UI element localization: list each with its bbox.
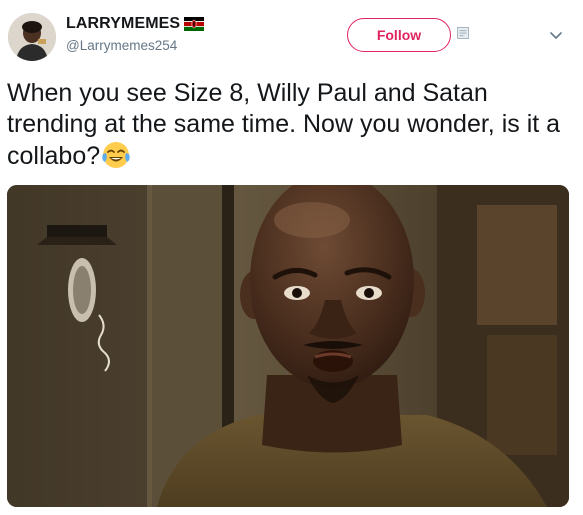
display-name[interactable]: LARRYMEMES bbox=[66, 15, 180, 33]
tweet-text-block: When you see Size 8, Willy Paul and Sata… bbox=[7, 78, 567, 172]
tweet-card: LARRYMEMES @Larrymemes254 Follow When yo… bbox=[0, 0, 583, 515]
author-name-row[interactable]: LARRYMEMES bbox=[66, 15, 205, 33]
tweet-source-icon[interactable] bbox=[457, 27, 469, 39]
author-handle[interactable]: @Larrymemes254 bbox=[66, 38, 177, 53]
tweet-media-image[interactable] bbox=[7, 185, 569, 507]
meme-photo bbox=[7, 185, 569, 507]
avatar[interactable] bbox=[8, 13, 56, 61]
chevron-down-icon[interactable] bbox=[549, 31, 563, 41]
face-with-tears-of-joy-icon bbox=[102, 142, 130, 168]
follow-button[interactable]: Follow bbox=[347, 18, 451, 52]
tweet-text: When you see Size 8, Willy Paul and Sata… bbox=[7, 79, 561, 170]
kenya-flag-icon bbox=[184, 17, 205, 31]
